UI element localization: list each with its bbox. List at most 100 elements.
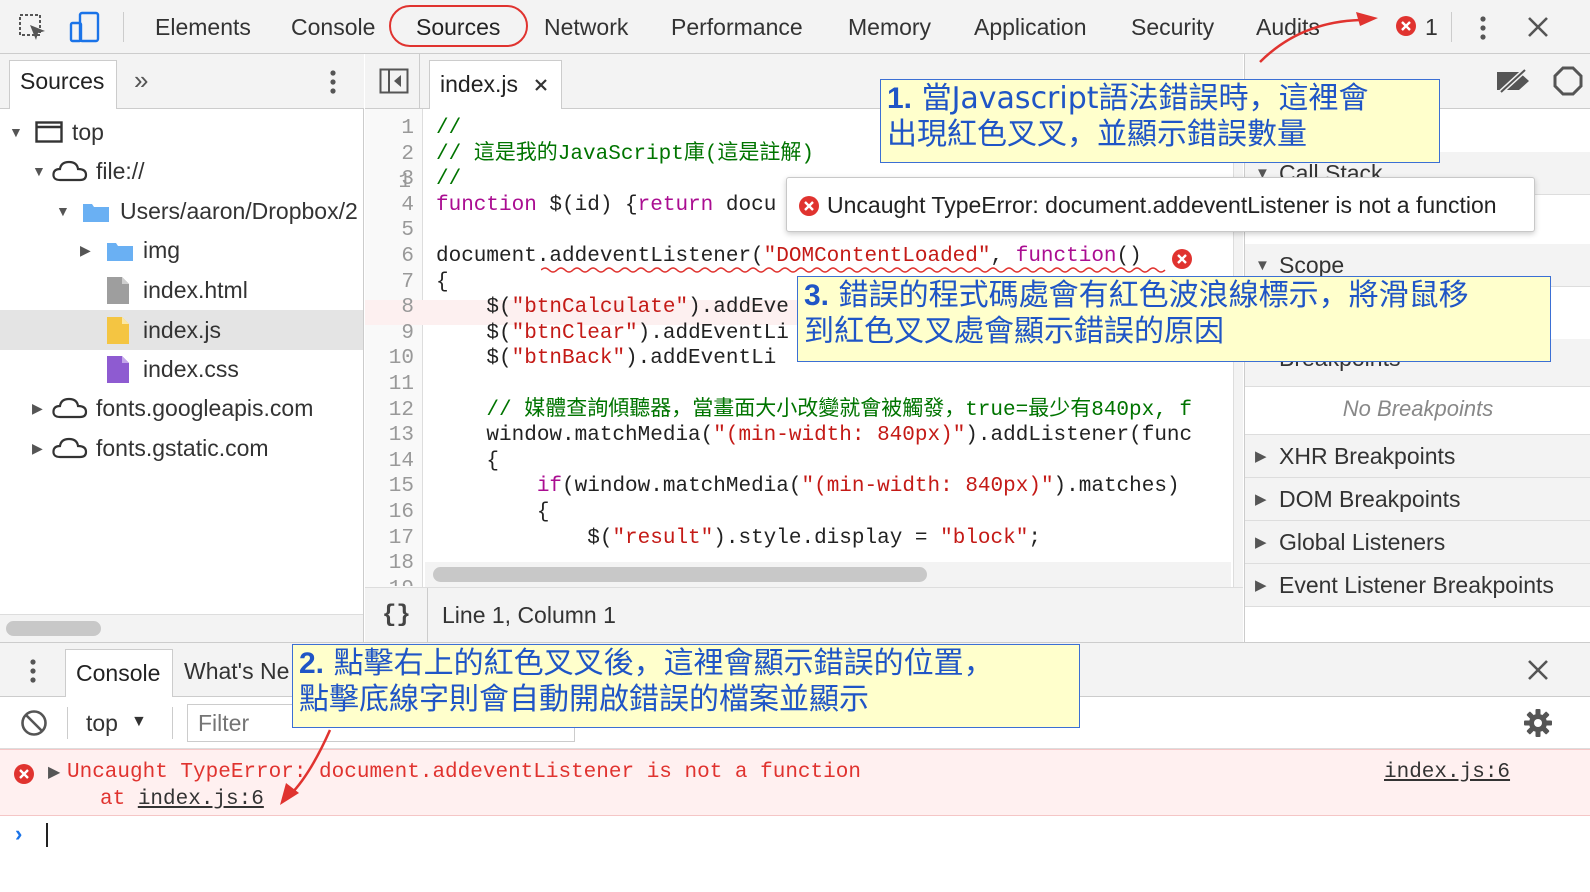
- code-line-1: //: [436, 117, 462, 140]
- settings-gear-icon[interactable]: [1522, 707, 1554, 739]
- close-devtools-icon[interactable]: [1526, 15, 1550, 39]
- code-line-13: window.matchMedia("(min-width: 840px)").…: [436, 424, 1193, 448]
- drawer-tab-console[interactable]: Console: [65, 649, 173, 697]
- navigator-tab-sources[interactable]: Sources: [20, 54, 104, 109]
- line-number: 14: [388, 449, 414, 473]
- code-line-8: $("btnCalculate").addEve: [436, 296, 789, 320]
- tree-item-index-css[interactable]: index.css: [0, 349, 363, 389]
- line-number: 4: [401, 193, 414, 217]
- more-options-icon[interactable]: [1475, 13, 1491, 43]
- pretty-print-icon[interactable]: {}: [382, 588, 411, 643]
- console-input-caret[interactable]: [46, 823, 48, 847]
- navigator-scrollbar-thumb[interactable]: [6, 621, 101, 636]
- line-number: 18: [388, 552, 414, 576]
- tooltip-message: Uncaught TypeError: document.addeventLis…: [827, 192, 1497, 218]
- navigator-menu-icon[interactable]: [325, 67, 341, 97]
- drawer-tab-label: Console: [76, 660, 161, 686]
- error-source-link[interactable]: index.js:6: [1384, 761, 1510, 784]
- error-x-icon: [13, 763, 35, 785]
- context-selector[interactable]: top: [86, 697, 118, 749]
- device-toolbar-icon[interactable]: [68, 11, 102, 43]
- line-number: 8: [401, 296, 414, 320]
- js-file-icon: [106, 316, 130, 345]
- more-tabs-icon[interactable]: »: [134, 54, 148, 106]
- tree-label: index.css: [143, 356, 239, 382]
- tree-item-img[interactable]: ▶ img: [0, 230, 363, 270]
- expand-right-icon: ▶: [32, 400, 43, 416]
- code-line-7: {: [436, 270, 449, 294]
- cloud-icon: [52, 160, 88, 182]
- folder-icon: [82, 201, 110, 223]
- tab-application[interactable]: Application: [974, 0, 1087, 54]
- tab-network[interactable]: Network: [544, 0, 628, 54]
- css-file-icon: [106, 355, 130, 384]
- navigator-scrollbar-track: [0, 614, 363, 642]
- code-line-10: $("btnBack").addEventLi: [436, 347, 777, 371]
- console-error-message: ▶ Uncaught TypeError: document.addeventL…: [0, 749, 1590, 816]
- tab-audits[interactable]: Audits: [1256, 0, 1320, 54]
- code-line-4: function $(id) {return docu: [436, 193, 777, 217]
- error-stack-link[interactable]: index.js:6: [138, 788, 264, 811]
- error-x-icon: [798, 195, 820, 217]
- toolbar-separator: [123, 12, 124, 42]
- tree-item-gstatic[interactable]: ▶ fonts.gstatic.com: [0, 428, 363, 468]
- tree-label: fonts.gstatic.com: [96, 435, 269, 461]
- tree-label: file://: [96, 158, 145, 184]
- chevron-down-icon[interactable]: ▼: [131, 697, 147, 747]
- editor-header-separator: [419, 54, 420, 109]
- section-label: DOM Breakpoints: [1279, 486, 1461, 512]
- tree-item-index-html[interactable]: index.html: [0, 270, 363, 310]
- toggle-navigator-icon[interactable]: [379, 68, 409, 94]
- sources-tab-highlight: [389, 5, 528, 47]
- tree-item-file[interactable]: ▼ file://: [0, 151, 363, 191]
- tree-item-top[interactable]: ▼ top: [0, 112, 363, 152]
- tree-item-googleapis[interactable]: ▶ fonts.googleapis.com: [0, 388, 363, 428]
- close-tab-icon[interactable]: [534, 78, 548, 92]
- tab-console[interactable]: Console: [291, 0, 375, 54]
- section-label: Global Listeners: [1279, 529, 1446, 555]
- line-number: 9: [401, 321, 414, 345]
- drawer-tab-whats-new[interactable]: What's Ne: [184, 643, 289, 699]
- close-drawer-icon[interactable]: [1526, 658, 1550, 682]
- line-number: 19: [389, 577, 414, 586]
- section-xhr-breakpoints[interactable]: ▶ XHR Breakpoints: [1245, 435, 1590, 478]
- inline-error-icon[interactable]: [1171, 248, 1193, 270]
- inspect-element-icon[interactable]: [18, 13, 48, 43]
- cloud-icon: [52, 437, 88, 459]
- tab-security[interactable]: Security: [1131, 0, 1214, 54]
- expand-right-icon[interactable]: ▶: [48, 762, 60, 782]
- expand-down-icon: ▼: [56, 203, 70, 219]
- tree-item-users-folder[interactable]: ▼ Users/aaron/Dropbox/2: [0, 191, 363, 231]
- toolbar-separator: [1451, 12, 1452, 42]
- code-line-16: {: [436, 501, 550, 524]
- pause-on-exceptions-icon[interactable]: [1553, 66, 1583, 96]
- sources-navigator: Sources » ▼ top ▼ file:// ▼ Users/aaron/…: [0, 54, 364, 642]
- expand-right-icon: ▶: [1255, 448, 1267, 465]
- drawer-menu-icon[interactable]: [25, 656, 41, 686]
- tab-elements[interactable]: Elements: [155, 0, 251, 54]
- line-number: 1: [401, 117, 414, 140]
- tree-item-index-js[interactable]: index.js: [0, 310, 363, 350]
- clear-console-icon[interactable]: [20, 709, 48, 737]
- section-label: Event Listener Breakpoints: [1279, 572, 1554, 598]
- error-text: Uncaught TypeError: document.addeventLis…: [67, 761, 861, 784]
- line-number: 17: [388, 526, 414, 550]
- tab-performance[interactable]: Performance: [671, 0, 803, 54]
- devtools-toolbar: Elements Console Sources Network Perform…: [0, 0, 1590, 54]
- expand-down-icon: ▼: [9, 124, 23, 140]
- error-x-icon[interactable]: [1395, 15, 1417, 37]
- line-number: 11: [388, 373, 414, 396]
- section-event-listener-breakpoints[interactable]: ▶ Event Listener Breakpoints: [1245, 564, 1590, 607]
- section-global-listeners[interactable]: ▶ Global Listeners: [1245, 521, 1590, 564]
- editor-status-bar: {} Line 1, Column 1: [365, 587, 1243, 643]
- tree-label: index.html: [143, 277, 248, 303]
- error-count[interactable]: 1: [1425, 0, 1438, 54]
- tab-memory[interactable]: Memory: [848, 0, 931, 54]
- deactivate-breakpoints-icon[interactable]: [1495, 68, 1533, 94]
- line-number: 7: [401, 270, 414, 294]
- line-number: 5: [401, 219, 414, 243]
- line-number: 16: [388, 501, 414, 524]
- file-tab-index-js[interactable]: index.js: [429, 60, 562, 109]
- section-dom-breakpoints[interactable]: ▶ DOM Breakpoints: [1245, 478, 1590, 521]
- navigator-header: Sources »: [0, 54, 364, 109]
